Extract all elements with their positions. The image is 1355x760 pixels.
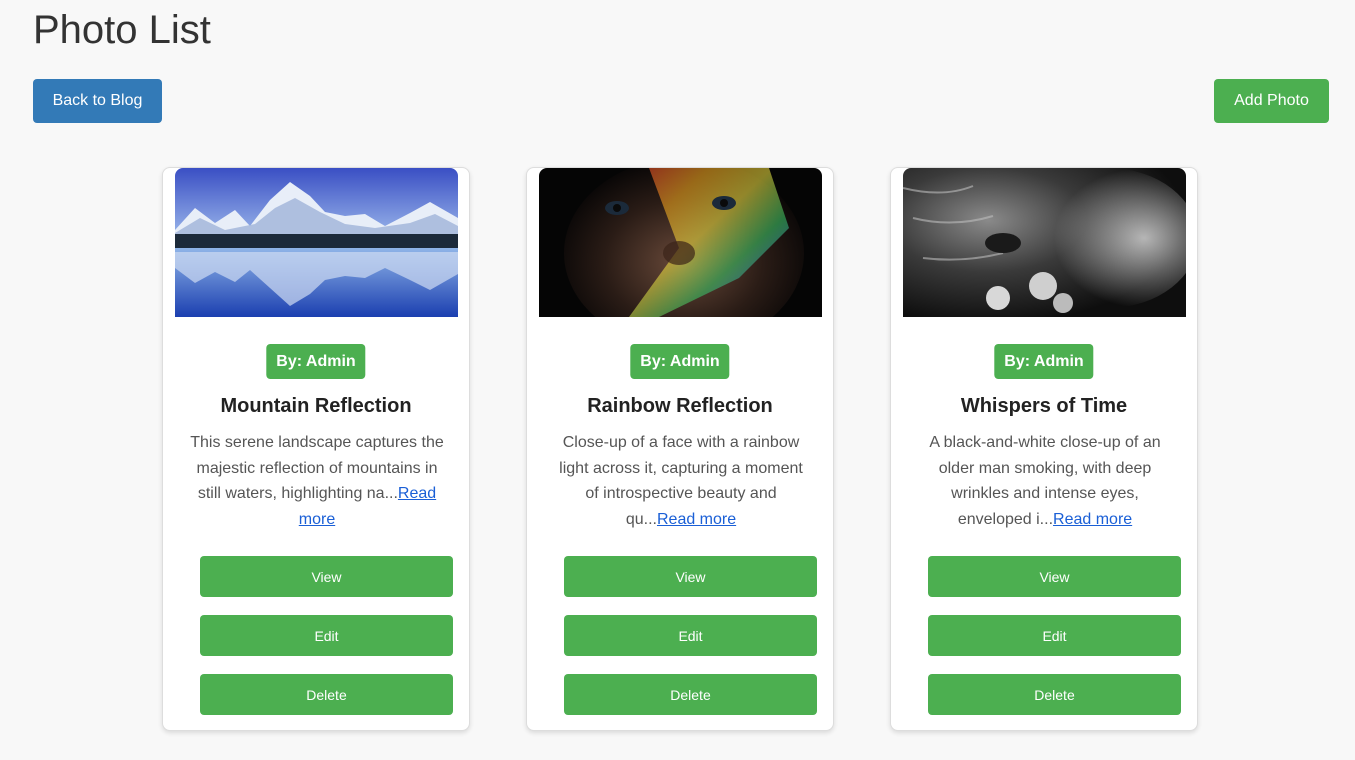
author-badge: By: Admin — [266, 344, 366, 379]
view-button[interactable]: View — [200, 556, 453, 597]
delete-button[interactable]: Delete — [564, 674, 817, 715]
photo-title: Rainbow Reflection — [587, 395, 773, 417]
photo-description: Close-up of a face with a rainbow light … — [553, 430, 809, 533]
edit-button[interactable]: Edit — [200, 615, 453, 656]
view-button[interactable]: View — [564, 556, 817, 597]
back-to-blog-button[interactable]: Back to Blog — [33, 79, 162, 123]
view-button[interactable]: View — [928, 556, 1181, 597]
read-more-link[interactable]: Read more — [1053, 511, 1132, 528]
author-badge: By: Admin — [630, 344, 730, 379]
photo-description: This serene landscape captures the majes… — [189, 430, 445, 533]
photo-card: By: Admin Whispers of Time A black-and-w… — [890, 167, 1198, 731]
photo-card: By: Admin Rainbow Reflection Close-up of… — [526, 167, 834, 731]
delete-button[interactable]: Delete — [200, 674, 453, 715]
edit-button[interactable]: Edit — [928, 615, 1181, 656]
author-badge: By: Admin — [994, 344, 1094, 379]
photo-image-rainbow — [539, 168, 822, 317]
delete-button[interactable]: Delete — [928, 674, 1181, 715]
page-title: Photo List — [33, 8, 211, 52]
add-photo-button[interactable]: Add Photo — [1214, 79, 1329, 123]
photo-card: By: Admin Mountain Reflection This seren… — [162, 167, 470, 731]
photo-description: A black-and-white close-up of an older m… — [917, 430, 1173, 533]
photo-image-smoke — [903, 168, 1186, 317]
read-more-link[interactable]: Read more — [657, 511, 736, 528]
photo-title: Whispers of Time — [960, 395, 1128, 417]
edit-button[interactable]: Edit — [564, 615, 817, 656]
photo-list-page: Photo List Back to Blog Add Photo By: Ad… — [0, 0, 1355, 760]
photo-title: Mountain Reflection — [220, 395, 412, 417]
photo-image-mountain — [175, 168, 458, 317]
